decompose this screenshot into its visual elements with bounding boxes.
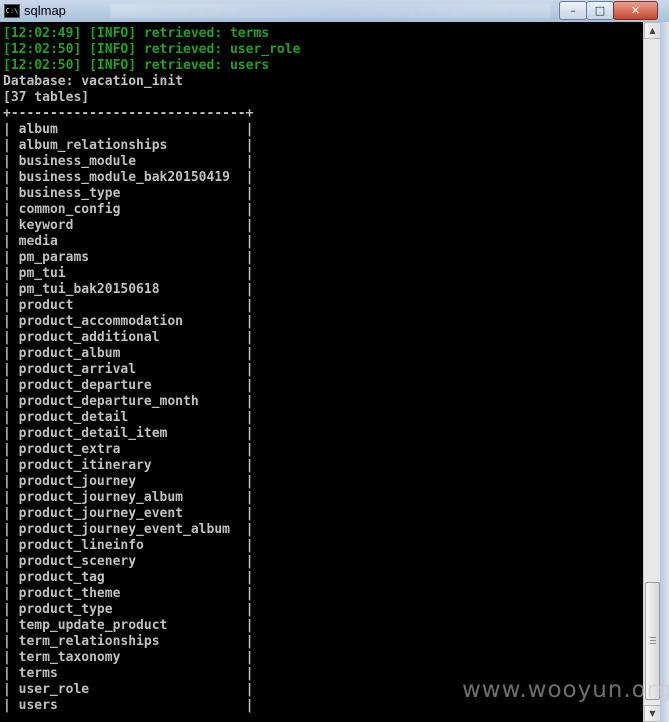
table-row: | product | — [3, 298, 254, 313]
table-row: | product_departure_month | — [3, 394, 254, 409]
watermark: www.wooyun.org — [462, 677, 669, 703]
close-button[interactable]: ✕ — [613, 1, 658, 20]
table-row: | product_type | — [3, 602, 254, 617]
table-row: | product_theme | — [3, 586, 254, 601]
console-window: C:\ sqlmap – □ ✕ [12:02:49] [INFO] retri… — [0, 0, 669, 722]
scroll-down-arrow-icon[interactable]: ▼ — [644, 705, 661, 722]
table-row: | term_relationships | — [3, 634, 254, 649]
table-row: | product_itinerary | — [3, 458, 254, 473]
table-row: | product_additional | — [3, 330, 254, 345]
table-row: | product_tag | — [3, 570, 254, 585]
table-row: | common_config | — [3, 202, 254, 217]
table-row: | product_departure | — [3, 378, 254, 393]
info-log-line: [12:02:50] [INFO] retrieved: user_role — [3, 42, 301, 57]
table-row: | media | — [3, 234, 254, 249]
table-row: | product_album | — [3, 346, 254, 361]
table-row: | product_journey | — [3, 474, 254, 489]
table-row: | terms | — [3, 666, 254, 681]
table-row: | temp_update_product | — [3, 618, 254, 633]
scroll-up-arrow-icon[interactable]: ▲ — [644, 22, 661, 39]
title-bar-blur — [110, 4, 550, 18]
window-title: sqlmap — [24, 3, 66, 18]
table-row: | album | — [3, 122, 254, 137]
maximize-button[interactable]: □ — [586, 1, 614, 20]
table-row: | product_extra | — [3, 442, 254, 457]
table-row: | user_role | — [3, 682, 254, 697]
table-row: | album_relationships | — [3, 138, 254, 153]
table-row: | pm_params | — [3, 250, 254, 265]
info-log-line: [12:02:50] [INFO] retrieved: users — [3, 58, 270, 73]
table-row: | pm_tui | — [3, 266, 254, 281]
table-row: | product_journey_event_album | — [3, 522, 254, 537]
vertical-scrollbar[interactable]: ▲ ▼ — [643, 22, 661, 722]
table-row: | users | — [3, 698, 254, 713]
minimize-button[interactable]: – — [559, 1, 587, 20]
table-row: | product_lineinfo | — [3, 538, 254, 553]
window-frame-right — [660, 22, 669, 722]
thumb-grip-line — [650, 643, 656, 644]
table-row: | business_module_bak20150419 | — [3, 170, 254, 185]
table-row: | business_module | — [3, 154, 254, 169]
table-row: | product_journey_album | — [3, 490, 254, 505]
table-border-top: +------------------------------+ — [3, 106, 254, 121]
table-row: | product_detail_item | — [3, 426, 254, 441]
table-row: | business_type | — [3, 186, 254, 201]
console-output[interactable]: [12:02:49] [INFO] retrieved: terms [12:02… — [0, 22, 643, 722]
table-count-line: [37 tables] — [3, 90, 90, 105]
title-bar[interactable]: C:\ sqlmap – □ ✕ — [0, 0, 669, 23]
table-row: | keyword | — [3, 218, 254, 233]
database-line: Database: vacation_init — [3, 74, 184, 89]
table-row: | term_taxonomy | — [3, 650, 254, 665]
thumb-grip-line — [650, 637, 656, 638]
table-row: | product_arrival | — [3, 362, 254, 377]
console-app-icon[interactable]: C:\ — [4, 4, 20, 18]
table-row: | product_scenery | — [3, 554, 254, 569]
table-row: | product_accommodation | — [3, 314, 254, 329]
table-row: | product_journey_event | — [3, 506, 254, 521]
thumb-grip-line — [650, 640, 656, 641]
table-row: | pm_tui_bak20150618 | — [3, 282, 254, 297]
info-log-line: [12:02:49] [INFO] retrieved: terms — [3, 26, 270, 41]
table-row: | product_detail | — [3, 410, 254, 425]
